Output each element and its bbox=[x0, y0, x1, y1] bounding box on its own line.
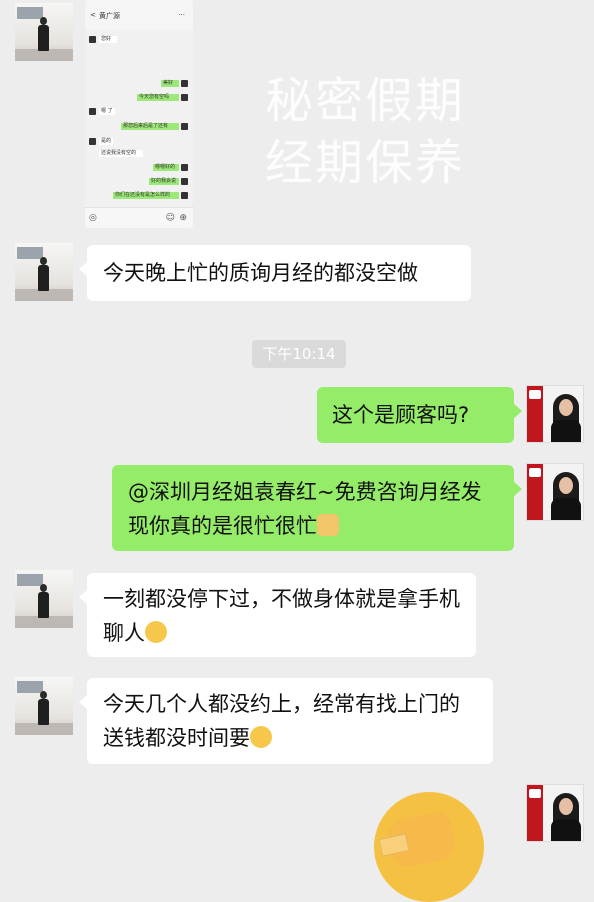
avatar-person-head bbox=[40, 17, 47, 25]
screenshot-chat-body: 您好 美好 今天您有空吗 嗯 了 那您后来后是了还有 是的 还说我没有空的 嗯嗯… bbox=[85, 30, 193, 208]
avatar-face bbox=[559, 798, 573, 815]
screenshot-message: 嗯 了 bbox=[99, 108, 115, 115]
screenshot-message: 好的我会说 bbox=[149, 178, 179, 185]
message-text: 今天几个人都没约上，经常有找上门的送钱都没时间要 bbox=[103, 692, 460, 750]
screenshot-header: < 黄广源 ··· bbox=[85, 0, 193, 31]
avatar-suit bbox=[551, 420, 581, 442]
watermark-line: 秘密假期 bbox=[265, 73, 466, 129]
message-bubble[interactable]: 今天几个人都没约上，经常有找上门的送钱都没时间要 bbox=[79, 678, 493, 764]
screenshot-avatar bbox=[181, 164, 188, 171]
watermark-line: 经期保养 bbox=[265, 135, 466, 191]
sender-avatar[interactable] bbox=[15, 3, 73, 61]
sender-avatar[interactable] bbox=[15, 677, 73, 735]
message-bubble[interactable]: @深圳月经姐袁春红~免费咨询月经发现你真的是很忙很忙 bbox=[112, 465, 522, 551]
screenshot-message: 还说我没有空的 bbox=[99, 150, 143, 157]
screenshot-emoji-icon: ☺ bbox=[165, 213, 175, 223]
message-bubble[interactable]: 这个是顾客吗? bbox=[317, 387, 522, 443]
self-avatar[interactable] bbox=[526, 463, 584, 521]
avatar-background-sign bbox=[17, 574, 43, 586]
screenshot-message: 您好 bbox=[99, 36, 117, 43]
avatar-person-head bbox=[40, 257, 47, 265]
thinking-face-icon bbox=[145, 621, 167, 643]
grimacing-face-icon bbox=[250, 726, 272, 748]
image-message-screenshot[interactable]: < 黄广源 ··· 您好 美好 今天您有空吗 嗯 了 那您后来后是了还有 是的 … bbox=[85, 0, 193, 228]
sender-avatar[interactable] bbox=[15, 570, 73, 628]
avatar-person-head bbox=[40, 691, 47, 699]
avatar-person-body bbox=[38, 592, 49, 618]
screenshot-avatar bbox=[181, 94, 188, 101]
face-palm-sticker[interactable] bbox=[374, 792, 484, 902]
avatar-person-body bbox=[38, 699, 49, 725]
screenshot-avatar bbox=[89, 36, 96, 43]
screenshot-voice-icon: ◎ bbox=[89, 213, 97, 223]
screenshot-avatar bbox=[89, 138, 96, 145]
avatar-background-sign bbox=[17, 247, 43, 259]
message-text: 今天晚上忙的质询月经的都没空做 bbox=[103, 261, 418, 285]
screenshot-message: 那您后来后是了还有 bbox=[121, 123, 179, 130]
message-bubble[interactable]: 一刻都没停下过，不做身体就是拿手机聊人 bbox=[79, 573, 476, 657]
avatar-person-body bbox=[38, 265, 49, 291]
screenshot-message: 今天您有空吗 bbox=[137, 94, 179, 101]
screenshot-plus-icon: ⊕ bbox=[179, 213, 187, 223]
screenshot-input-bar: ◎ ☺ ⊕ bbox=[85, 207, 193, 228]
screenshot-title: 黄广源 bbox=[99, 12, 120, 20]
timestamp: 下午10:14 bbox=[252, 340, 346, 368]
avatar-suit bbox=[551, 498, 581, 520]
avatar-face bbox=[559, 477, 573, 494]
sender-avatar[interactable] bbox=[15, 243, 73, 301]
brand-logo-icon bbox=[529, 468, 541, 477]
avatar-background-sign bbox=[17, 681, 43, 693]
avatar-background-sign bbox=[17, 7, 43, 19]
screenshot-avatar bbox=[89, 108, 96, 115]
avatar-face bbox=[559, 399, 573, 416]
screenshot-message: 嗯嗯好的 bbox=[153, 164, 179, 171]
screenshot-message: 你们在还没有是怎么样的 bbox=[113, 192, 179, 199]
avatar-suit bbox=[551, 819, 581, 841]
avatar-person-body bbox=[38, 25, 49, 51]
screenshot-more-icon: ··· bbox=[178, 11, 185, 19]
message-bubble[interactable]: 今天晚上忙的质询月经的都没空做 bbox=[79, 245, 471, 301]
message-text: @深圳月经姐袁春红~免费咨询月经发现你真的是很忙很忙 bbox=[128, 480, 482, 538]
screenshot-avatar bbox=[181, 178, 188, 185]
screenshot-back-icon: < bbox=[90, 11, 96, 19]
screenshot-avatar bbox=[181, 123, 188, 130]
thumbs-up-icon bbox=[317, 514, 339, 536]
screenshot-avatar bbox=[181, 192, 188, 199]
screenshot-message: 美好 bbox=[161, 80, 179, 87]
watermark-text: 秘密假期 经期保养 bbox=[265, 70, 465, 194]
self-avatar[interactable] bbox=[526, 385, 584, 443]
screenshot-message: 是的 bbox=[99, 138, 113, 145]
avatar-person-head bbox=[40, 584, 47, 592]
screenshot-avatar bbox=[181, 80, 188, 87]
brand-logo-icon bbox=[529, 390, 541, 399]
brand-logo-icon bbox=[529, 789, 541, 798]
self-avatar[interactable] bbox=[526, 784, 584, 842]
message-text: 这个是顾客吗? bbox=[332, 403, 470, 427]
